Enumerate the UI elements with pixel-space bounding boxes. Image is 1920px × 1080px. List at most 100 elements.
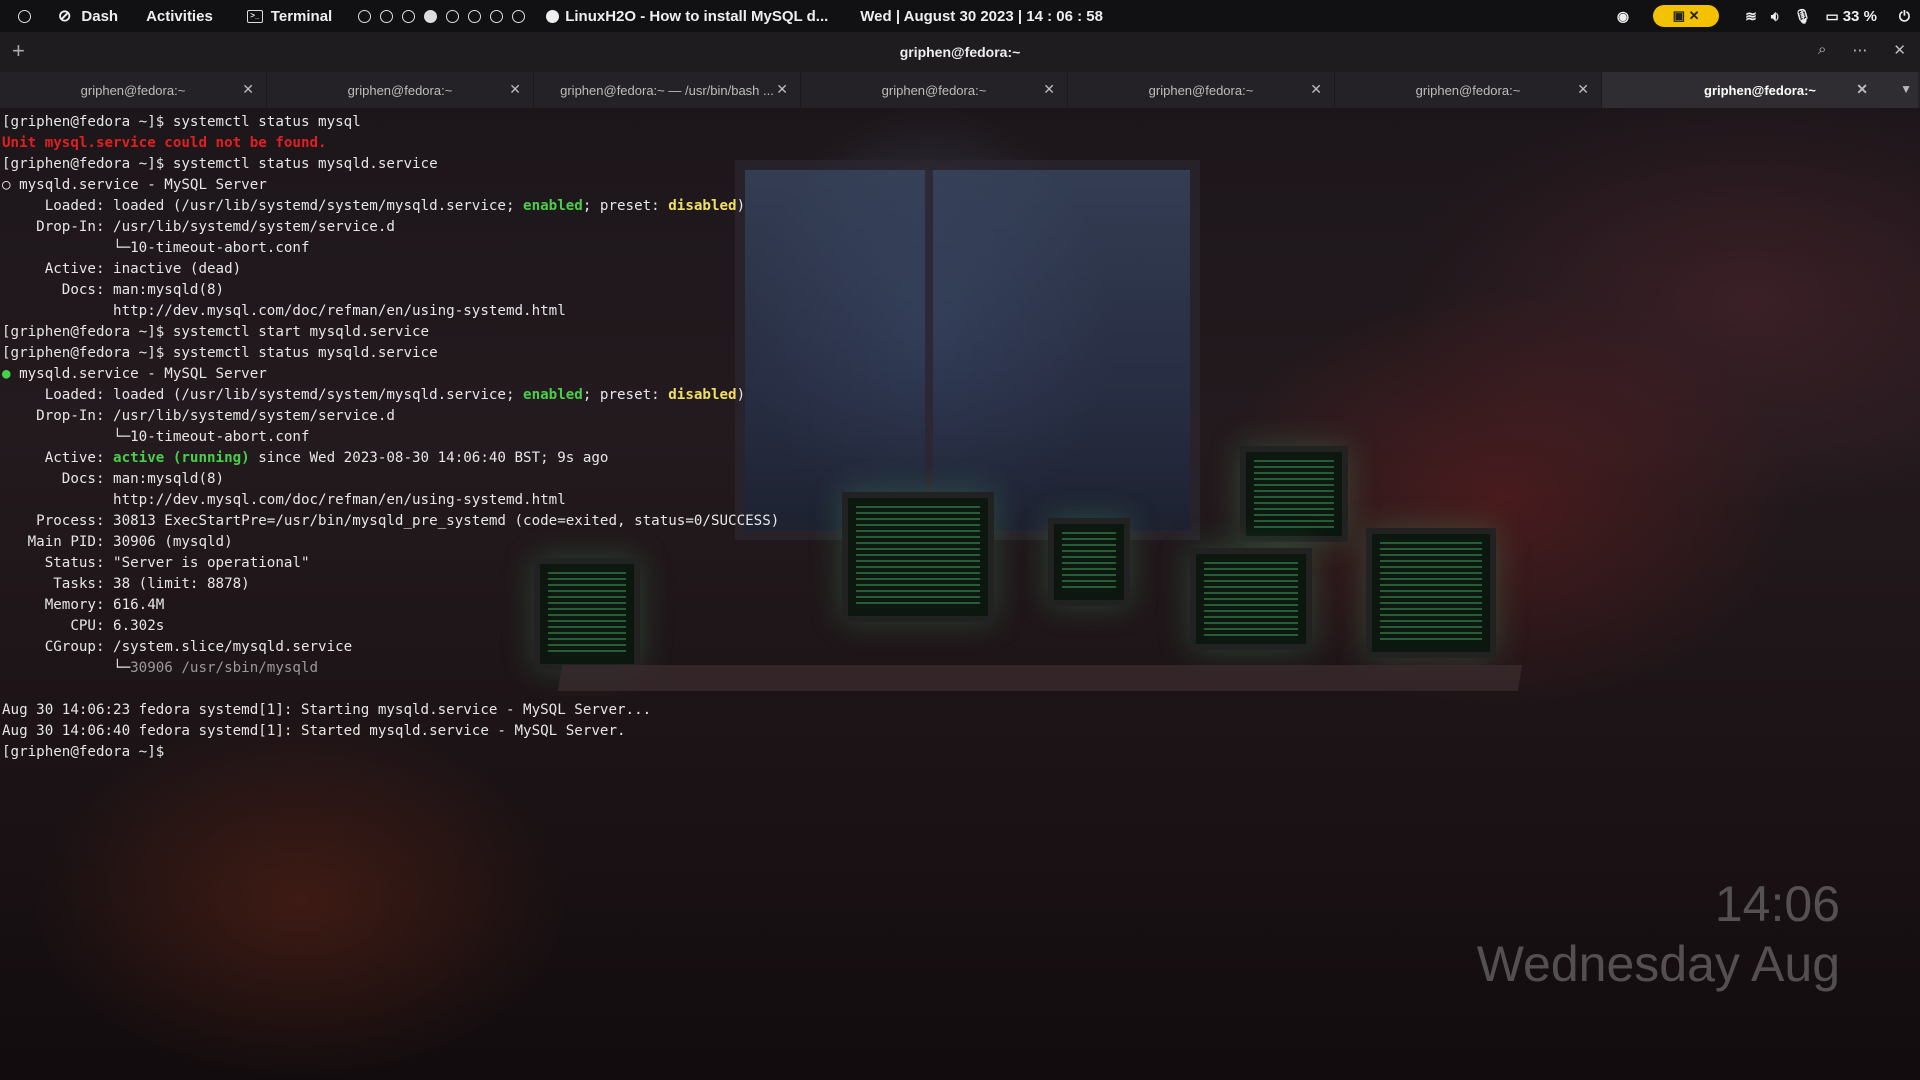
tab-label: griphen@fedora:~: [1148, 82, 1254, 98]
battery-percent: 33 %: [1842, 7, 1877, 25]
dash-button[interactable]: ⊘ Dash: [58, 6, 118, 26]
window-title-label: LinuxH2O - How to install MySQL d...: [565, 7, 829, 25]
screen-share-indicator[interactable]: ▣ ✕: [1653, 5, 1720, 27]
battery-icon[interactable]: ▭: [1825, 8, 1838, 25]
dash-label: Dash: [81, 7, 119, 25]
more-options-icon[interactable]: ⋯: [1852, 41, 1867, 59]
terminal-title: griphen@fedora:~: [899, 44, 1021, 60]
terminal-line: Active: active (running) since Wed 2023-…: [2, 448, 902, 469]
tab-label: griphen@fedora:~: [80, 82, 186, 98]
wifi-icon[interactable]: ≋: [1745, 8, 1757, 25]
datetime-label: Wed | August 30 2023 | 14 : 06 : 58: [860, 7, 1103, 25]
background-monitor: [1366, 528, 1496, 658]
terminal-line: [griphen@fedora ~]$ systemctl status mys…: [2, 156, 438, 172]
focused-window-title[interactable]: LinuxH2O - How to install MySQL d...: [546, 8, 828, 25]
tab-close-icon[interactable]: ✕: [242, 81, 254, 98]
workspace-4-icon[interactable]: [424, 9, 438, 23]
terminal-line: Process: 30813 ExecStartPre=/usr/bin/mys…: [2, 513, 780, 529]
tab-label: griphen@fedora:~ — /usr/bin/bash ...: [560, 82, 774, 98]
running-dot: ●: [2, 366, 20, 382]
background-window-bar: [925, 160, 933, 540]
close-window-icon[interactable]: ✕: [1893, 41, 1906, 59]
tab-7-active[interactable]: griphen@fedora:~ ✕: [1602, 72, 1918, 108]
terminal-line: Tasks: 38 (limit: 8878): [2, 576, 250, 592]
workspace-3-icon[interactable]: [402, 9, 416, 23]
tab-bar: griphen@fedora:~ ✕ griphen@fedora:~ ✕ grip…: [0, 72, 1920, 108]
terminal-line: Status: "Server is operational": [2, 555, 310, 571]
terminal-output[interactable]: [griphen@fedora ~]$ systemctl status mys…: [2, 112, 902, 763]
terminal-headerbar: + griphen@fedora:~ ⌕ ⋯ ✕: [0, 32, 1920, 72]
workspace-indicator: [358, 9, 534, 23]
tab-label: griphen@fedora:~: [1415, 82, 1521, 98]
volume-icon[interactable]: 🔉︎: [1771, 8, 1780, 25]
disabled-text: disabled: [668, 387, 737, 403]
tab-close-icon[interactable]: ✕: [776, 81, 788, 98]
tab-4[interactable]: griphen@fedora:~ ✕: [801, 72, 1068, 108]
tab-close-icon[interactable]: ✕: [1043, 81, 1055, 98]
terminal-icon: >_: [246, 9, 263, 23]
tab-close-icon[interactable]: ✕: [509, 81, 521, 98]
tab-5[interactable]: griphen@fedora:~ ✕: [1068, 72, 1335, 108]
desktop-clock-widget: 14:06 Wednesday Aug: [1477, 875, 1840, 995]
power-icon[interactable]: ⏻: [1899, 8, 1910, 25]
enabled-text: enabled: [523, 387, 583, 403]
chrome-icon[interactable]: ◉: [1617, 8, 1629, 25]
header-actions: ⌕ ⋯ ✕: [1818, 41, 1906, 59]
background-monitor: [1048, 518, 1130, 606]
line-segment: └─: [2, 660, 131, 676]
terminal-line: Loaded: loaded (/usr/lib/systemd/system/…: [2, 196, 902, 217]
terminal-line: CPU: 6.302s: [2, 618, 165, 634]
line-segment: mysqld.service - MySQL Server: [19, 366, 267, 382]
tab-close-icon[interactable]: ✕: [1856, 81, 1868, 98]
workspace-8-icon[interactable]: [512, 9, 526, 23]
line-segment: ): [736, 387, 746, 403]
background-monitor: [1190, 548, 1312, 650]
line-segment: Loaded: loaded (/usr/lib/systemd/system/…: [2, 198, 524, 214]
terminal-line: Docs: man:mysqld(8): [2, 471, 225, 487]
workspace-5-icon[interactable]: [446, 9, 460, 23]
tab-close-icon[interactable]: ✕: [1310, 81, 1322, 98]
terminal-line: Memory: 616.4M: [2, 597, 165, 613]
workspace-1-icon[interactable]: [358, 9, 372, 23]
tab-2[interactable]: griphen@fedora:~ ✕: [267, 72, 534, 108]
disabled-text: disabled: [668, 198, 737, 214]
tab-3[interactable]: griphen@fedora:~ — /usr/bin/bash ... ✕: [534, 72, 801, 108]
line-segment: Loaded: loaded (/usr/lib/systemd/system/…: [2, 387, 524, 403]
terminal-line: [griphen@fedora ~]$ systemctl status mys…: [2, 345, 438, 361]
terminal-label: Terminal: [270, 7, 333, 25]
workspace-6-icon[interactable]: [468, 9, 482, 23]
search-icon[interactable]: ⌕: [1818, 41, 1826, 59]
terminal-prompt-line: [griphen@fedora ~]$: [2, 744, 173, 760]
microphone-icon[interactable]: 🎙︎: [1794, 8, 1812, 25]
terminal-app-button[interactable]: >_ Terminal: [246, 7, 333, 25]
clock-date: Wednesday Aug: [1476, 936, 1840, 992]
terminal-line: [griphen@fedora ~]$ systemctl start mysq…: [2, 324, 430, 340]
power-menu-button[interactable]: [18, 9, 40, 23]
terminal-line: http://dev.mysql.com/doc/refman/en/using…: [2, 303, 566, 319]
workspace-7-icon[interactable]: [490, 9, 504, 23]
system-tray: ◉ ▣ ✕ ≋ 🔉︎ 🎙︎ ▭ 33 % ⏻: [1617, 0, 1920, 32]
terminal-line: ○ mysqld.service - MySQL Server: [2, 177, 267, 193]
terminal-line: Aug 30 14:06:40 fedora systemd[1]: Start…: [2, 723, 626, 739]
background-monitor: [1240, 446, 1348, 542]
clock-button[interactable]: Wed | August 30 2023 | 14 : 06 : 58: [860, 8, 1103, 25]
terminal-line: Docs: man:mysqld(8): [2, 282, 225, 298]
terminal-line: CGroup: /system.slice/mysqld.service: [2, 639, 353, 655]
line-segment: ): [736, 198, 746, 214]
terminal-line: └─10-timeout-abort.conf: [2, 240, 310, 256]
tab-1[interactable]: griphen@fedora:~ ✕: [0, 72, 267, 108]
workspace-2-icon[interactable]: [380, 9, 394, 23]
terminal-line: ● mysqld.service - MySQL Server: [2, 364, 902, 385]
tab-6[interactable]: griphen@fedora:~ ✕: [1335, 72, 1602, 108]
firefox-icon: [546, 9, 560, 23]
tab-close-icon[interactable]: ✕: [1577, 81, 1589, 98]
top-panel: ⊘ Dash Activities >_ Terminal LinuxH2O -…: [0, 0, 1920, 32]
terminal-line: Main PID: 30906 (mysqld): [2, 534, 233, 550]
new-tab-plus-icon[interactable]: +: [12, 38, 25, 64]
terminal-line: └─30906 /usr/sbin/mysqld: [2, 658, 902, 679]
terminal-line: Loaded: loaded (/usr/lib/systemd/system/…: [2, 385, 902, 406]
activities-button[interactable]: Activities: [146, 8, 213, 25]
tab-list-dropdown-icon[interactable]: ▼: [1900, 82, 1912, 96]
line-segment: ; preset:: [582, 387, 669, 403]
tab-label: griphen@fedora:~: [347, 82, 453, 98]
